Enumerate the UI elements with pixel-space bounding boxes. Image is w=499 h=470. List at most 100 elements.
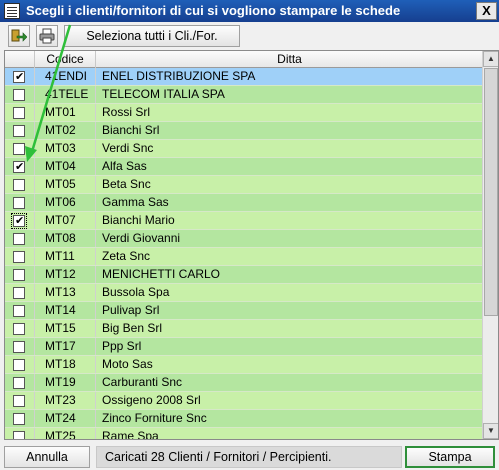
table-row[interactable]: MT15 Big Ben Srl (5, 320, 483, 338)
row-code: MT08 (35, 230, 96, 247)
window-title: Scegli i clienti/fornitori di cui si vog… (26, 3, 401, 18)
row-ditta: Rame Spa (102, 429, 159, 440)
printer-icon (39, 28, 55, 44)
row-code: MT06 (35, 194, 96, 211)
row-checkbox[interactable] (13, 125, 25, 137)
row-checkbox[interactable] (13, 159, 25, 175)
row-ditta: Moto Sas (102, 357, 153, 371)
table-row[interactable]: MT23 Ossigeno 2008 Srl (5, 392, 483, 410)
table-row[interactable]: MT19 Carburanti Snc (5, 374, 483, 392)
row-ditta: Ossigeno 2008 Srl (102, 393, 201, 407)
grid-header: Codice Ditta (5, 51, 483, 68)
row-code: MT07 (35, 212, 96, 229)
row-checkbox-cell (5, 266, 35, 283)
row-checkbox-cell (5, 248, 35, 265)
row-ditta: Big Ben Srl (102, 321, 163, 335)
row-checkbox[interactable] (11, 213, 27, 229)
row-ditta: Bianchi Srl (102, 123, 160, 137)
row-checkbox-cell (5, 194, 35, 211)
row-checkbox-cell (5, 410, 35, 427)
row-ditta: Verdi Giovanni (102, 231, 181, 245)
row-ditta: TELECOM ITALIA SPA (102, 87, 225, 101)
row-ditta: Rossi Srl (102, 105, 151, 119)
row-ditta: Verdi Snc (102, 141, 154, 155)
row-checkbox[interactable] (13, 377, 25, 389)
row-checkbox-cell (5, 302, 35, 319)
row-ditta: MENICHETTI CARLO (102, 267, 221, 281)
row-checkbox-cell (5, 122, 35, 139)
row-checkbox[interactable] (13, 251, 25, 263)
row-checkbox[interactable] (13, 143, 25, 155)
scroll-up-arrow-icon[interactable]: ▲ (483, 51, 498, 67)
row-checkbox[interactable] (13, 179, 25, 191)
table-row[interactable]: 41ENDI ENEL DISTRIBUZIONE SPA (5, 68, 483, 86)
row-code: MT13 (35, 284, 96, 301)
title-bar: Scegli i clienti/fornitori di cui si vog… (0, 0, 499, 22)
row-checkbox-cell (5, 356, 35, 373)
table-row[interactable]: MT03 Verdi Snc (5, 140, 483, 158)
row-ditta: Zinco Forniture Snc (102, 411, 207, 425)
scroll-down-arrow-icon[interactable]: ▼ (483, 423, 498, 439)
vertical-scrollbar[interactable]: ▲ ▼ (482, 51, 498, 439)
export-button[interactable] (8, 25, 30, 47)
table-row[interactable]: MT13 Bussola Spa (5, 284, 483, 302)
table-row[interactable]: MT24 Zinco Forniture Snc (5, 410, 483, 428)
row-checkbox-cell (5, 176, 35, 193)
row-code: MT25 (35, 428, 96, 439)
row-checkbox[interactable] (13, 287, 25, 299)
row-checkbox[interactable] (13, 197, 25, 209)
table-row[interactable]: MT18 Moto Sas (5, 356, 483, 374)
bottom-bar: Annulla Caricati 28 Clienti / Fornitori … (0, 440, 499, 470)
table-row[interactable]: 41TELE TELECOM ITALIA SPA (5, 86, 483, 104)
row-checkbox[interactable] (13, 305, 25, 317)
row-checkbox[interactable] (13, 233, 25, 245)
row-checkbox-cell (5, 392, 35, 409)
header-checkbox-column (5, 51, 35, 68)
row-ditta: ENEL DISTRIBUZIONE SPA (102, 69, 256, 83)
table-row[interactable]: MT25 Rame Spa (5, 428, 483, 440)
table-row[interactable]: MT11 Zeta Snc (5, 248, 483, 266)
row-code: MT11 (35, 248, 96, 265)
row-checkbox[interactable] (13, 107, 25, 119)
row-checkbox[interactable] (13, 89, 25, 101)
close-button[interactable]: X (476, 2, 497, 20)
table-row[interactable]: MT06 Gamma Sas (5, 194, 483, 212)
row-checkbox[interactable] (13, 359, 25, 371)
table-row[interactable]: MT14 Pulivap Srl (5, 302, 483, 320)
row-checkbox-cell (5, 158, 35, 175)
row-ditta: Zeta Snc (102, 249, 151, 263)
header-ditta[interactable]: Ditta (96, 51, 483, 68)
table-row[interactable]: MT02 Bianchi Srl (5, 122, 483, 140)
cancel-button[interactable]: Annulla (4, 446, 90, 468)
row-code: MT14 (35, 302, 96, 319)
row-checkbox[interactable] (13, 269, 25, 281)
table-row[interactable]: MT01 Rossi Srl (5, 104, 483, 122)
row-checkbox-cell (5, 86, 35, 103)
table-row[interactable]: MT04 Alfa Sas (5, 158, 483, 176)
scroll-thumb[interactable] (484, 68, 498, 316)
row-code: MT12 (35, 266, 96, 283)
table-row[interactable]: MT08 Verdi Giovanni (5, 230, 483, 248)
row-checkbox-cell (5, 374, 35, 391)
print-button[interactable]: Stampa (405, 446, 495, 468)
row-code: MT18 (35, 356, 96, 373)
header-code[interactable]: Codice (35, 51, 96, 68)
row-checkbox[interactable] (13, 69, 25, 85)
row-checkbox[interactable] (13, 323, 25, 335)
row-checkbox[interactable] (13, 341, 25, 353)
table-row[interactable]: MT05 Beta Snc (5, 176, 483, 194)
table-row[interactable]: MT07 Bianchi Mario (5, 212, 483, 230)
row-checkbox[interactable] (13, 413, 25, 425)
row-code: MT01 (35, 104, 96, 121)
table-row[interactable]: MT17 Ppp Srl (5, 338, 483, 356)
row-checkbox-cell (5, 104, 35, 121)
row-checkbox-cell (5, 140, 35, 157)
status-text: Caricati 28 Clienti / Fornitori / Percip… (96, 446, 402, 468)
row-code: MT17 (35, 338, 96, 355)
grid-rows: 41ENDI ENEL DISTRIBUZIONE SPA 41TELE TELECO… (5, 68, 483, 440)
select-all-button[interactable]: Seleziona tutti i Cli./For. (64, 25, 240, 47)
row-checkbox[interactable] (13, 395, 25, 407)
print-preview-button[interactable] (36, 25, 58, 47)
row-checkbox[interactable] (13, 431, 25, 439)
table-row[interactable]: MT12 MENICHETTI CARLO (5, 266, 483, 284)
